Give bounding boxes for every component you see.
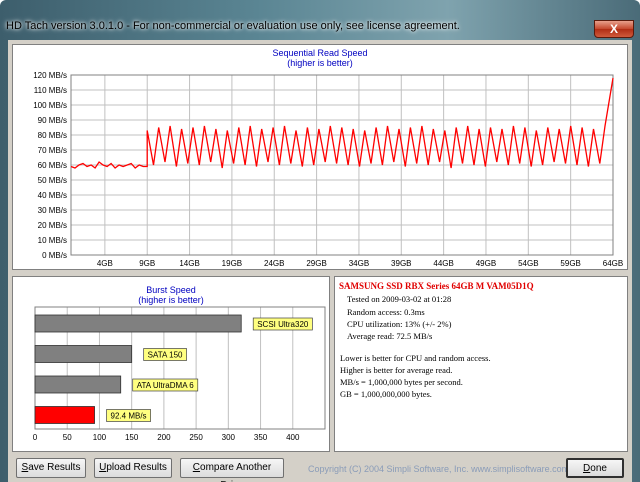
read-y-tick-label: 90 MB/s bbox=[38, 116, 67, 125]
note-lower-better: Lower is better for CPU and random acces… bbox=[340, 353, 491, 363]
burst-x-tick-label: 350 bbox=[254, 433, 268, 442]
read-y-tick-label: 110 MB/s bbox=[34, 86, 67, 95]
burst-bar bbox=[34, 375, 122, 394]
compare-mnemonic: C bbox=[192, 462, 201, 473]
title-bar[interactable]: HD Tach version 3.0.1.0 - For non-commer… bbox=[0, 0, 640, 40]
read-y-tick-label: 120 MB/s bbox=[33, 71, 67, 80]
read-x-tick-label: 29GB bbox=[306, 259, 326, 268]
burst-speed-panel: Burst Speed (higher is better) 0 50 100 150… bbox=[12, 276, 330, 452]
copyright-text: Copyright (C) 2004 Simpli Software, Inc.… bbox=[308, 464, 570, 474]
tested-on: Tested on 2009-03-02 at 01:28 bbox=[347, 294, 452, 304]
burst-bar-label: ATA UltraDMA 6 bbox=[137, 381, 195, 390]
burst-bar-label: SATA 150 bbox=[148, 351, 183, 360]
note-higher-better: Higher is better for average read. bbox=[340, 365, 453, 375]
drive-info-panel: SAMSUNG SSD RBX Series 64GB M VAM05D1Q T… bbox=[334, 276, 628, 452]
client-area: Sequential Read Speed (higher is better)… bbox=[8, 40, 632, 482]
read-chart-svg: 120 MB/s 110 MB/s 100 MB/s 90 MB/s 80 MB/s 70… bbox=[33, 71, 623, 268]
compare-label: ompare Another Drive bbox=[200, 462, 272, 482]
burst-x-tick-label: 150 bbox=[125, 433, 139, 442]
average-read: Average read: 72.5 MB/s bbox=[347, 331, 433, 341]
read-x-tick-label: 19GB bbox=[222, 259, 242, 268]
read-y-tick-label: 10 MB/s bbox=[38, 236, 67, 245]
read-y-tick-label: 40 MB/s bbox=[38, 191, 67, 200]
read-y-tick-label: 100 MB/s bbox=[33, 101, 67, 110]
drive-name: SAMSUNG SSD RBX Series 64GB M VAM05D1Q bbox=[339, 281, 534, 291]
burst-chart-svg: 0 50 100 150 200 250 300 350 400 SCSI Ultra320 SAT… bbox=[33, 306, 326, 442]
burst-x-tick-label: 400 bbox=[286, 433, 300, 442]
read-x-tick-label: 24GB bbox=[264, 259, 284, 268]
read-x-tick-label: 39GB bbox=[391, 259, 411, 268]
save-label: ave Results bbox=[28, 462, 81, 473]
burst-bar-label: 92.4 MB/s bbox=[111, 412, 147, 421]
read-y-tick-label: 0 MB/s bbox=[42, 251, 67, 260]
upload-results-button[interactable]: Upload Results bbox=[94, 458, 172, 478]
read-x-tick-label: 59GB bbox=[560, 259, 580, 268]
read-y-tick-label: 70 MB/s bbox=[38, 146, 67, 155]
read-x-tick-label: 4GB bbox=[97, 259, 113, 268]
window-title: HD Tach version 3.0.1.0 - For non-commer… bbox=[6, 20, 460, 32]
app-window: HD Tach version 3.0.1.0 - For non-commer… bbox=[0, 0, 640, 482]
done-label: one bbox=[590, 463, 607, 474]
note-mbs-definition: MB/s = 1,000,000 bytes per second. bbox=[340, 377, 463, 387]
done-button[interactable]: Done bbox=[566, 458, 624, 478]
upload-label: pload Results bbox=[106, 462, 167, 473]
close-button[interactable]: X bbox=[594, 20, 634, 38]
sequential-read-panel: Sequential Read Speed (higher is better)… bbox=[12, 44, 628, 270]
save-results-button[interactable]: Save Results bbox=[16, 458, 86, 478]
read-x-tick-label: 44GB bbox=[433, 259, 453, 268]
burst-bar bbox=[34, 314, 242, 333]
read-speed-series-line bbox=[70, 77, 614, 169]
burst-x-tick-label: 100 bbox=[93, 433, 107, 442]
read-x-tick-label: 14GB bbox=[179, 259, 199, 268]
read-x-tick-label: 54GB bbox=[518, 259, 538, 268]
burst-bar-label: SCSI Ultra320 bbox=[257, 320, 309, 329]
read-y-tick-label: 20 MB/s bbox=[38, 221, 67, 230]
cpu-utilization: CPU utilization: 13% (+/- 2%) bbox=[347, 319, 452, 329]
burst-bar bbox=[34, 406, 95, 424]
read-y-tick-label: 60 MB/s bbox=[38, 161, 67, 170]
read-x-tick-label: 64GB bbox=[603, 259, 623, 268]
read-y-tick-label: 30 MB/s bbox=[38, 206, 67, 215]
compare-drive-button[interactable]: Compare Another Drive bbox=[180, 458, 284, 482]
read-y-tick-label: 80 MB/s bbox=[38, 131, 67, 140]
read-x-tick-label: 9GB bbox=[139, 259, 155, 268]
read-x-tick-label: 49GB bbox=[476, 259, 496, 268]
burst-x-tick-label: 250 bbox=[189, 433, 203, 442]
burst-x-tick-label: 50 bbox=[63, 433, 72, 442]
burst-bar bbox=[34, 345, 133, 363]
burst-x-tick-label: 0 bbox=[33, 433, 38, 442]
random-access: Random access: 0.3ms bbox=[347, 307, 425, 317]
burst-x-tick-label: 200 bbox=[157, 433, 171, 442]
burst-x-tick-label: 300 bbox=[222, 433, 236, 442]
read-y-tick-label: 50 MB/s bbox=[38, 176, 67, 185]
read-x-tick-label: 34GB bbox=[349, 259, 369, 268]
note-gb-definition: GB = 1,000,000,000 bytes. bbox=[340, 389, 432, 399]
